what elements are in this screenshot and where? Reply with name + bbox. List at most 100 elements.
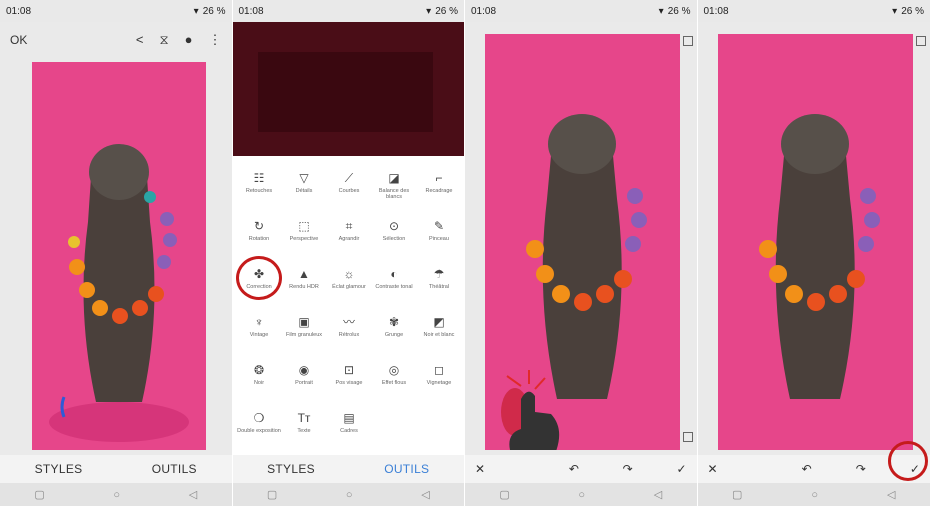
statue-photo bbox=[485, 34, 680, 450]
tool-label: Retouches bbox=[245, 188, 273, 194]
tool-item[interactable]: ◪ Balance des blancs bbox=[372, 170, 417, 210]
tool-label: Théâtral bbox=[428, 284, 450, 290]
screenshot-strip: 01:08 ▾ 26 % OK < ⧖ ● ⋮ STYLES OUTILS ▢ … bbox=[0, 0, 930, 506]
top-bar: OK < ⧖ ● ⋮ bbox=[0, 22, 232, 58]
tool-icon: ☷ bbox=[253, 171, 265, 185]
tool-icon: Tт bbox=[297, 411, 311, 425]
status-time: 01:08 bbox=[238, 5, 264, 17]
tool-item[interactable]: ⬚ Perspective bbox=[282, 218, 327, 258]
tool-item[interactable]: ◐ Contraste tonal bbox=[372, 266, 417, 306]
tool-item[interactable]: ✎ Pinceau bbox=[417, 218, 462, 258]
tool-item[interactable]: ◎ Effet flous bbox=[372, 362, 417, 402]
apply-check-icon[interactable]: ✓ bbox=[676, 462, 686, 476]
tool-icon: ◩ bbox=[433, 315, 445, 329]
recent-apps-icon[interactable]: ▢ bbox=[732, 488, 742, 501]
tool-icon: ◪ bbox=[388, 171, 400, 185]
tool-item[interactable]: ◻ Vignetage bbox=[417, 362, 462, 402]
tool-icon: ☼ bbox=[343, 267, 355, 281]
redo-icon[interactable]: ↷ bbox=[623, 462, 633, 476]
tool-item[interactable]: ▤ Cadres bbox=[327, 410, 372, 450]
tool-label: Perspective bbox=[289, 236, 319, 242]
tool-icon: ❂ bbox=[253, 363, 265, 377]
info-icon[interactable]: ● bbox=[185, 32, 193, 48]
tool-item[interactable]: ◉ Portrait bbox=[282, 362, 327, 402]
tool-label: Courbes bbox=[338, 188, 360, 194]
recent-apps-icon[interactable]: ▢ bbox=[267, 488, 277, 501]
tool-item[interactable]: ☂ Théâtral bbox=[417, 266, 462, 306]
tool-label: Cadres bbox=[340, 428, 358, 434]
tool-item[interactable]: ❍ Double exposition bbox=[237, 410, 282, 450]
tool-label: Noir et blanc bbox=[423, 332, 455, 338]
recent-apps-icon[interactable]: ▢ bbox=[499, 488, 509, 501]
edit-bar: ✕ ↶ ↷ ✓ bbox=[465, 455, 697, 483]
photo-editing-canvas[interactable] bbox=[485, 34, 680, 450]
tool-item[interactable]: ◩ Noir et blanc bbox=[417, 314, 462, 354]
tool-item[interactable]: ⊙ Sélection bbox=[372, 218, 417, 258]
tool-item[interactable]: ⌐ Recadrage bbox=[417, 170, 462, 210]
tab-styles[interactable]: STYLES bbox=[267, 462, 315, 476]
tool-item[interactable]: ☼ Éclat glamour bbox=[327, 266, 372, 306]
bookmark-icon[interactable] bbox=[682, 432, 693, 442]
share-icon[interactable]: < bbox=[136, 32, 144, 48]
tool-item[interactable]: ▲ Rendu HDR bbox=[282, 266, 327, 306]
tool-icon: ◉ bbox=[298, 363, 310, 377]
screen-tools-menu: 01:08 ▾ 26 % ☷ Retouches ▽ Détails ⟋ Courbes ◪ B… bbox=[232, 0, 465, 506]
tool-item[interactable]: ⊡ Pos visage bbox=[327, 362, 372, 402]
compare-icon[interactable] bbox=[916, 36, 926, 46]
home-icon[interactable]: ○ bbox=[811, 489, 818, 501]
layers-icon[interactable]: ⧖ bbox=[160, 32, 169, 48]
tool-item[interactable]: ▽ Détails bbox=[282, 170, 327, 210]
tool-icon: ▣ bbox=[298, 315, 310, 329]
tab-outils[interactable]: OUTILS bbox=[152, 462, 197, 476]
photo-preview[interactable] bbox=[32, 62, 206, 450]
tool-item[interactable]: ❂ Noir bbox=[237, 362, 282, 402]
more-icon[interactable]: ⋮ bbox=[209, 32, 222, 48]
tool-item[interactable]: 〰 Rétrolux bbox=[327, 314, 372, 354]
dimmed-photo-overlay bbox=[232, 22, 464, 156]
tool-item[interactable]: ↻ Rotation bbox=[237, 218, 282, 258]
tool-icon: ▤ bbox=[343, 411, 355, 425]
back-icon[interactable]: ◁ bbox=[189, 488, 197, 501]
home-icon[interactable]: ○ bbox=[113, 489, 120, 501]
back-icon[interactable]: ◁ bbox=[421, 488, 429, 501]
ok-button[interactable]: OK bbox=[10, 33, 27, 47]
home-icon[interactable]: ○ bbox=[578, 489, 585, 501]
tool-icon: ▽ bbox=[299, 171, 309, 185]
tool-item[interactable]: Tт Texte bbox=[282, 410, 327, 450]
tool-item[interactable]: ⌗ Agrandir bbox=[327, 218, 372, 258]
close-icon[interactable]: ✕ bbox=[708, 462, 718, 476]
close-icon[interactable]: ✕ bbox=[475, 462, 485, 476]
tool-label: Rendu HDR bbox=[289, 284, 319, 290]
tool-item[interactable]: ▣ Film granuleux bbox=[282, 314, 327, 354]
tool-icon: ⬚ bbox=[298, 219, 310, 233]
recent-apps-icon[interactable]: ▢ bbox=[34, 488, 44, 501]
back-icon[interactable]: ◁ bbox=[654, 488, 662, 501]
tool-label: Grunge bbox=[384, 332, 404, 338]
home-icon[interactable]: ○ bbox=[346, 489, 353, 501]
tool-icon: ♆ bbox=[254, 315, 264, 329]
highlight-circle bbox=[887, 441, 928, 481]
photo-editing-canvas[interactable] bbox=[717, 34, 913, 450]
tab-styles[interactable]: STYLES bbox=[35, 462, 83, 476]
undo-icon[interactable]: ↶ bbox=[569, 462, 579, 476]
tool-item[interactable]: ♆ Vintage bbox=[237, 314, 282, 354]
redo-icon[interactable]: ↷ bbox=[856, 462, 866, 476]
tool-item[interactable]: ✾ Grunge bbox=[372, 314, 417, 354]
status-bar: 01:08 ▾ 26 % bbox=[697, 0, 930, 22]
battery-level: 26 % bbox=[667, 5, 691, 17]
tool-icon: ▲ bbox=[298, 267, 310, 281]
tool-item[interactable]: ⟋ Courbes bbox=[327, 170, 372, 210]
tab-outils[interactable]: OUTILS bbox=[384, 462, 429, 476]
back-icon[interactable]: ◁ bbox=[887, 488, 895, 501]
tool-label: Éclat glamour bbox=[332, 284, 366, 290]
wifi-icon: ▾ bbox=[892, 5, 898, 17]
tools-panel: ☷ Retouches ▽ Détails ⟋ Courbes ◪ Balance des b… bbox=[232, 156, 464, 455]
tool-item[interactable]: ☷ Retouches bbox=[237, 170, 282, 210]
compare-icon[interactable] bbox=[682, 36, 693, 46]
undo-icon[interactable]: ↶ bbox=[802, 462, 812, 476]
tool-icon: ✎ bbox=[433, 219, 445, 233]
dimmed-photo bbox=[257, 52, 433, 132]
tool-label: Rotation bbox=[248, 236, 270, 242]
tool-icon: ◻ bbox=[434, 363, 444, 377]
screen-healing-edit: 01:08 ▾ 26 % ✕ ↶ ↷ ✓ ▢ ○ ◁ bbox=[465, 0, 698, 506]
